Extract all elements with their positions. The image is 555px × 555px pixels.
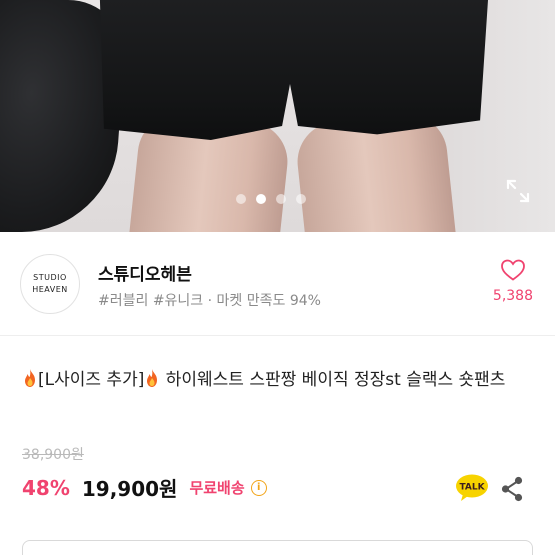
shop-info-row[interactable]: STUDIO HEAVEN 스튜디오헤븐 #러블리 #유니크 · 마켓 만족도 … xyxy=(0,232,555,336)
carousel-dot[interactable] xyxy=(296,194,306,204)
share-icon[interactable] xyxy=(500,476,524,502)
fire-icon xyxy=(25,369,35,387)
sale-price: 19,900원 xyxy=(81,477,178,501)
discount-rate: 48% xyxy=(22,475,70,500)
kakao-talk-icon[interactable]: TALK xyxy=(455,474,489,502)
option-select-box[interactable] xyxy=(22,540,533,555)
like-button[interactable]: 5,388 xyxy=(493,258,533,304)
shop-name[interactable]: 스튜디오헤븐 xyxy=(98,260,192,285)
free-shipping-label: 무료배송 xyxy=(189,479,245,497)
carousel-dot[interactable] xyxy=(276,194,286,204)
product-image-carousel[interactable] xyxy=(0,0,555,232)
heart-icon xyxy=(501,259,525,281)
original-price: 38,900원 xyxy=(22,447,84,463)
shop-logo[interactable]: STUDIO HEAVEN xyxy=(20,254,80,314)
shop-logo-text-line1: STUDIO xyxy=(33,273,67,282)
info-icon[interactable]: i xyxy=(250,479,267,496)
product-title: [L사이즈 추가] 하이웨스트 스판짱 베이직 정장st 슬랙스 숏팬츠 xyxy=(22,366,534,395)
expand-icon[interactable] xyxy=(505,178,531,204)
carousel-indicators xyxy=(236,194,306,204)
title-product-name: 하이웨스트 스판짱 베이직 정장st 슬랙스 숏팬츠 xyxy=(160,370,506,390)
price-row: 48% 19,900원 무료배송 i xyxy=(22,473,267,502)
like-count: 5,388 xyxy=(492,288,533,304)
kakao-talk-label: TALK xyxy=(459,483,485,493)
shop-tags: #러블리 #유니크 · 마켓 만족도 94% xyxy=(98,293,321,309)
carousel-dot[interactable] xyxy=(236,194,246,204)
title-size-note: [L사이즈 추가] xyxy=(38,370,145,390)
shop-logo-text-line2: HEAVEN xyxy=(32,285,68,294)
fire-icon xyxy=(147,369,158,387)
carousel-dot-active[interactable] xyxy=(256,194,266,204)
image-shorts xyxy=(99,0,488,140)
